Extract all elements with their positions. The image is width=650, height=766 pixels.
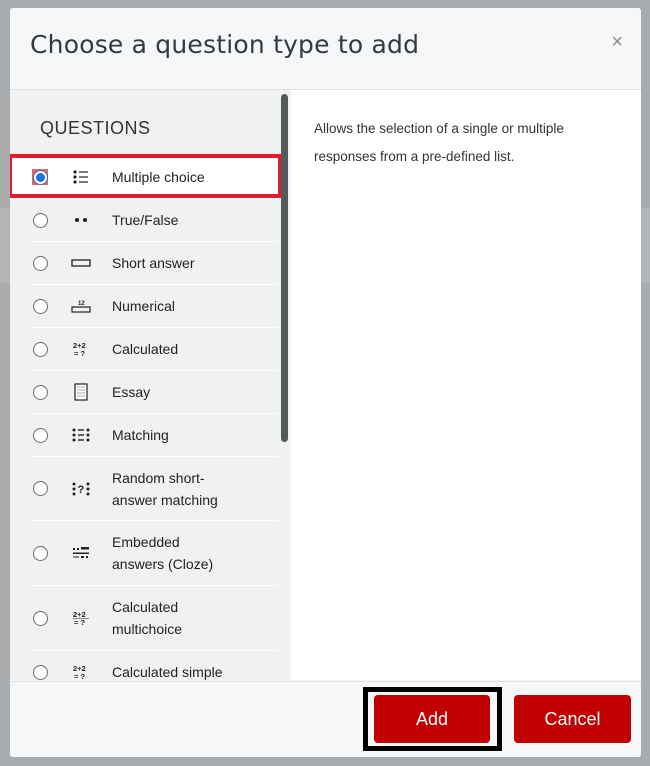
cancel-button[interactable]: Cancel — [514, 695, 631, 743]
svg-text:= ?: = ? — [74, 618, 85, 626]
option-label: Embedded answers (Cloze) — [112, 534, 214, 572]
add-button[interactable]: Add — [374, 695, 490, 743]
option-calculated-multichoice[interactable]: 2+2 = ? Calculated multichoice — [32, 586, 278, 651]
question-list-pane: QUESTIONS Multiple choice True/False Sho… — [10, 90, 291, 680]
option-essay[interactable]: Essay — [32, 371, 278, 414]
numerical-icon: 12 — [70, 299, 92, 313]
option-true-false[interactable]: True/False — [32, 199, 278, 242]
option-label: Short answer — [112, 255, 195, 271]
radio-calculated-multichoice[interactable] — [33, 610, 48, 626]
essay-icon — [70, 383, 92, 401]
option-matching[interactable]: Matching — [32, 414, 278, 457]
calculated-icon: 2+2 = ? — [70, 341, 92, 357]
true-false-icon — [70, 216, 92, 224]
modal-body: QUESTIONS Multiple choice True/False Sho… — [10, 90, 641, 680]
radio-true-false[interactable] — [33, 212, 48, 228]
option-embedded-answers-cloze[interactable]: Embedded answers (Cloze) — [32, 521, 278, 586]
modal-footer: Add Cancel — [10, 681, 641, 757]
radio-numerical[interactable] — [33, 298, 48, 314]
option-label: True/False — [112, 212, 179, 228]
questions-heading: QUESTIONS — [40, 118, 151, 138]
radio-short-answer[interactable] — [33, 255, 48, 271]
multiple-choice-icon — [70, 169, 92, 185]
cloze-icon — [70, 546, 92, 560]
question-type-modal: Choose a question type to add × QUESTION… — [10, 8, 641, 757]
svg-text:12: 12 — [78, 301, 85, 307]
close-icon[interactable]: × — [611, 32, 623, 52]
short-answer-icon — [70, 259, 92, 267]
radio-calculated-simple[interactable] — [33, 664, 48, 680]
option-label: Matching — [112, 427, 169, 443]
description-pane: Allows the selection of a single or mult… — [291, 90, 641, 680]
option-random-short-answer-matching[interactable]: ? Random short-answer matching — [32, 457, 278, 521]
option-multiple-choice[interactable]: Multiple choice — [10, 156, 280, 199]
modal-title: Choose a question type to add — [30, 30, 420, 59]
option-calculated[interactable]: 2+2 = ? Calculated — [32, 328, 278, 371]
option-label: Random short-answer matching — [112, 469, 218, 508]
option-label: Calculated multichoice — [112, 599, 183, 637]
random-matching-icon: ? — [70, 481, 92, 497]
option-label: Essay — [112, 384, 151, 400]
radio-calculated[interactable] — [33, 341, 48, 357]
radio-essay[interactable] — [33, 384, 48, 400]
list-scrollbar[interactable] — [281, 94, 288, 442]
calculated-multichoice-icon: 2+2 = ? — [70, 610, 92, 626]
radio-multiple-choice[interactable] — [33, 169, 48, 185]
option-label: Numerical — [112, 298, 176, 314]
matching-icon — [70, 427, 92, 443]
option-label: Multiple choice — [112, 169, 205, 185]
radio-matching[interactable] — [33, 427, 48, 443]
svg-text:= ?: = ? — [74, 672, 85, 680]
option-label: Calculated simple — [112, 664, 223, 680]
question-type-list: Multiple choice True/False Short answer … — [10, 156, 291, 680]
svg-text:= ?: = ? — [74, 349, 85, 357]
option-label: Calculated — [112, 341, 179, 357]
svg-text:?: ? — [78, 484, 85, 496]
option-numerical[interactable]: 12 Numerical — [32, 285, 278, 328]
radio-random-matching[interactable] — [33, 481, 48, 496]
question-type-description: Allows the selection of a single or mult… — [314, 121, 564, 164]
calculated-simple-icon: 2+2 = ? — [70, 664, 92, 680]
option-short-answer[interactable]: Short answer — [32, 242, 278, 285]
radio-cloze[interactable] — [33, 545, 48, 561]
modal-header: Choose a question type to add × — [10, 8, 641, 90]
option-calculated-simple[interactable]: 2+2 = ? Calculated simple — [32, 651, 278, 680]
